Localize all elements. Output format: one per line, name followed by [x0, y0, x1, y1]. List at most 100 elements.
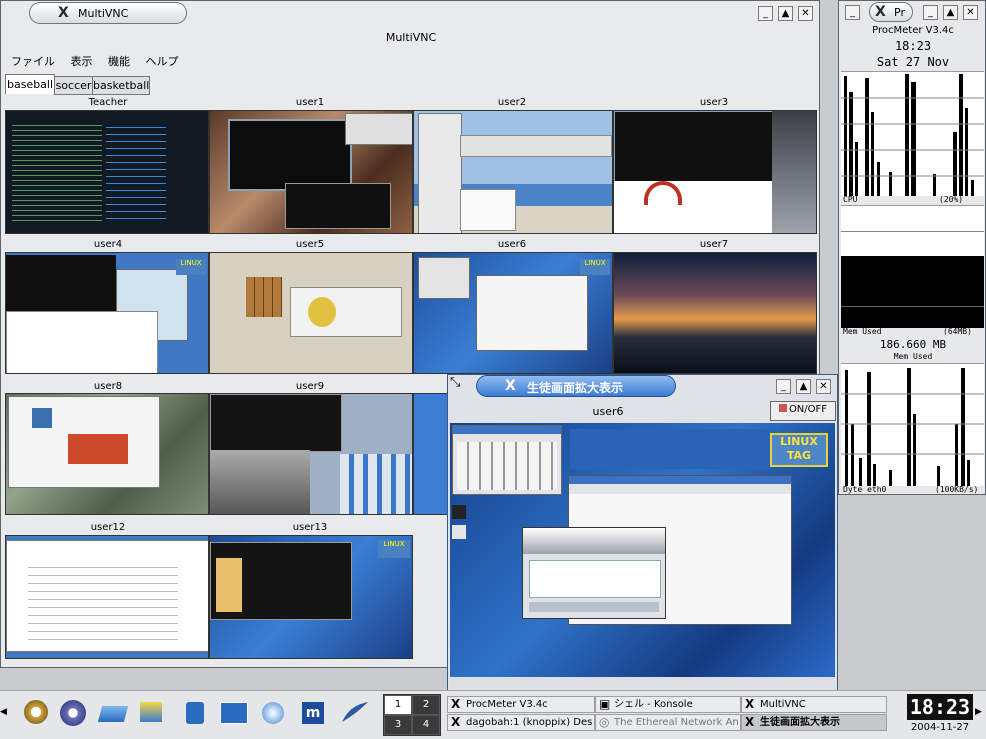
maximize-button[interactable]: ▲ [778, 6, 793, 21]
x-logo-icon: X [745, 697, 755, 711]
zoom-window: ⤡ X 生徒画面拡大表示 _ ▲ ✕ user6 ON/OFF LINUX TA… [447, 374, 838, 692]
procmeter-shade-button[interactable]: _ [845, 5, 860, 20]
zoom-toggle-label: ON/OFF [788, 404, 828, 415]
procmeter-title: Pr [894, 6, 905, 19]
close-button[interactable]: ✕ [798, 6, 813, 21]
procmeter-time: 18:23 [894, 39, 932, 53]
zoom-screen-user6[interactable]: LINUX TAG [450, 423, 835, 689]
zoom-maximize-button[interactable]: ▲ [796, 379, 811, 394]
screen-user3[interactable] [613, 110, 817, 234]
mem-graph [841, 205, 984, 328]
cpu-value: (20%) [939, 195, 964, 204]
cpu-label: CPU [843, 195, 858, 204]
screen-user7[interactable] [613, 252, 817, 374]
screen-user5[interactable] [209, 252, 413, 374]
tab-soccer[interactable]: soccer [54, 76, 93, 95]
dialog-window [522, 527, 666, 619]
net-graph [841, 363, 984, 486]
tab-basketball[interactable]: basketball [92, 76, 150, 95]
screen-user10-partial[interactable] [413, 393, 449, 515]
label-teacher: Teacher [88, 97, 128, 108]
window-list-icon[interactable] [58, 698, 88, 728]
menu-bar: ファイル 表示 機能 ヘルプ [11, 53, 179, 69]
x-logo-icon: X [451, 715, 461, 729]
app-title: MultiVNC [385, 31, 437, 44]
screen-user9[interactable] [209, 393, 413, 515]
multivnc-titlebar[interactable]: X MultiVNC [29, 2, 187, 24]
procmeter-window: X Pr _ _ ▲ ✕ ProcMeter V3.4c 18:23 Sat 2… [838, 0, 986, 495]
x-logo-icon: X [58, 5, 69, 21]
desktop-4[interactable]: 4 [413, 716, 439, 734]
menu-help[interactable]: ヘルプ [146, 55, 179, 68]
home-icon[interactable] [180, 698, 210, 728]
app-m-icon[interactable]: m [298, 698, 328, 728]
label-user5: user5 [295, 239, 325, 250]
x-logo-icon: X [451, 697, 461, 711]
zoom-resize-handle[interactable]: ⤡ [450, 375, 472, 395]
konsole-icon: ▣ [599, 697, 611, 711]
procmeter-close-button[interactable]: ✕ [963, 5, 978, 20]
zoom-close-button[interactable]: ✕ [816, 379, 831, 394]
screen-user12[interactable] [5, 535, 209, 659]
clock-time: 18:23 [909, 695, 971, 719]
screen-user8[interactable] [5, 393, 209, 515]
task-konsole-label: シェル - Konsole [614, 699, 693, 710]
desktop-2[interactable]: 2 [413, 696, 439, 714]
taskbar-clock[interactable]: 18:23 [907, 694, 973, 720]
procmeter-maximize-button[interactable]: ▲ [943, 5, 958, 20]
kde-menu-icon[interactable] [20, 698, 50, 728]
zoom-minimize-button[interactable]: _ [776, 379, 791, 394]
menu-function[interactable]: 機能 [108, 55, 130, 68]
net-label: Dyte eth0 [843, 485, 887, 494]
screen-user4[interactable]: LINUX [5, 252, 209, 374]
label-user9: user9 [295, 381, 325, 392]
desktop-3-label: 3 [394, 719, 402, 730]
shell-icon[interactable] [218, 698, 248, 728]
label-user6: user6 [497, 239, 527, 250]
task-dagobah[interactable]: Xdagobah:1 (knoppix) Des [447, 714, 595, 731]
task-zoom-window[interactable]: X 生徒画面拡大表示 [741, 714, 887, 731]
menu-file[interactable]: ファイル [11, 55, 55, 68]
procmeter-app-name: ProcMeter V3.4c [872, 25, 954, 36]
task-procmeter[interactable]: X ProcMeter V3.4c [447, 696, 595, 713]
screen-teacher[interactable] [5, 110, 209, 234]
mem-total-label: Mem Used [893, 352, 933, 361]
zoom-user-label: user6 [592, 405, 624, 418]
linux-tag-logo: LINUX TAG [770, 433, 828, 467]
x-logo-icon: X [875, 4, 886, 20]
cpu-graph-svg [841, 74, 984, 196]
scroll-left-arrow[interactable]: ◀ [0, 707, 7, 717]
task-multivnc[interactable]: X MultiVNC [741, 696, 887, 713]
zoom-titlebar[interactable]: X 生徒画面拡大表示 [476, 375, 676, 397]
linux-tag-line2: TAG [786, 449, 812, 462]
tab-baseball[interactable]: baseball [5, 74, 55, 94]
task-zoom-label: 生徒画面拡大表示 [760, 717, 840, 728]
screen-user13[interactable]: LINUX [209, 535, 413, 659]
control-center-icon[interactable] [136, 698, 166, 728]
menu-view[interactable]: 表示 [71, 55, 93, 68]
label-user4: user4 [93, 239, 123, 250]
screen-user2[interactable] [413, 110, 613, 234]
desktop-pager: 1 2 3 4 [383, 694, 441, 736]
procmeter-titlebar[interactable]: X Pr [869, 2, 913, 22]
mem-value: (64MB) [943, 327, 972, 336]
desktop-1[interactable]: 1 [385, 696, 411, 714]
browser-icon[interactable] [258, 698, 288, 728]
screen-user1[interactable] [209, 110, 413, 234]
desktop-3[interactable]: 3 [385, 716, 411, 734]
label-user2: user2 [497, 97, 527, 108]
zoom-toggle-button[interactable]: ON/OFF [770, 401, 836, 421]
label-user1: user1 [295, 97, 325, 108]
label-user8: user8 [93, 381, 123, 392]
office-icon[interactable] [340, 698, 370, 728]
linux-tag-line1: LINUX [780, 435, 818, 448]
task-konsole[interactable]: ▣ シェル - Konsole [595, 696, 741, 713]
minimize-button[interactable]: _ [758, 6, 773, 21]
procmeter-date: Sat 27 Nov [876, 55, 950, 69]
screen-user6[interactable]: LINUX [413, 252, 613, 374]
window-title: MultiVNC [78, 7, 129, 20]
desktop-icon[interactable] [97, 698, 129, 728]
task-ethereal[interactable]: ◎ The Ethereal Network An [595, 714, 741, 731]
procmeter-minimize-button[interactable]: _ [923, 5, 938, 20]
scroll-right-arrow[interactable]: ▶ [975, 707, 982, 717]
